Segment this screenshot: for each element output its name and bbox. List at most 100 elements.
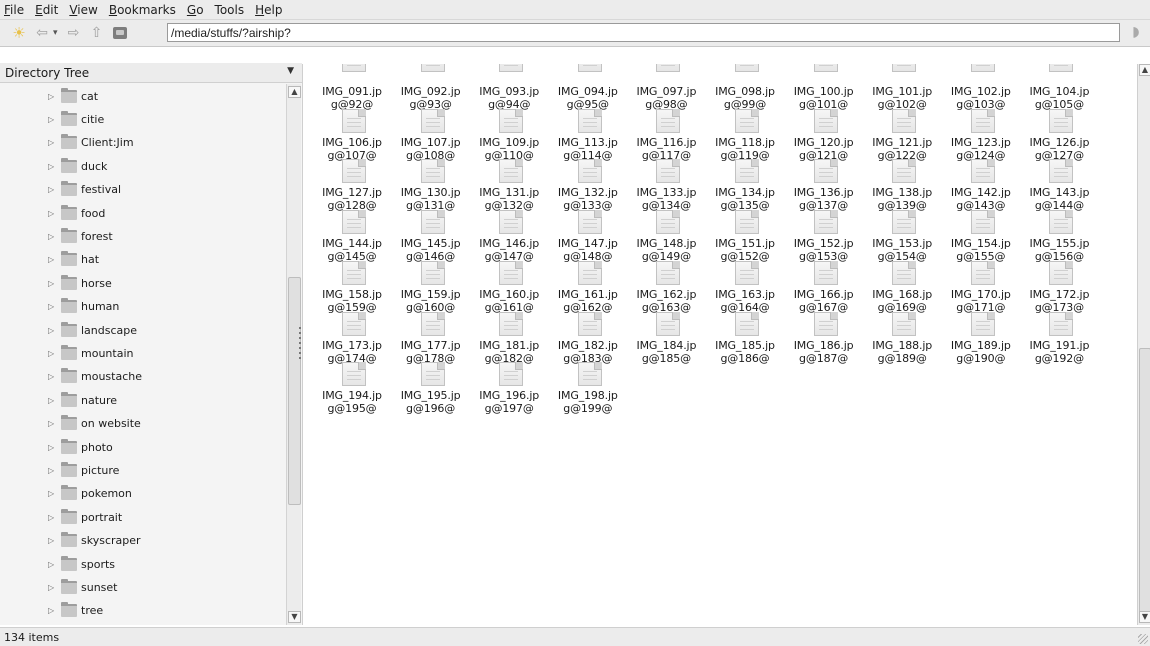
file-item[interactable]: IMG_091.jp g@92@ xyxy=(313,64,391,115)
file-item[interactable]: IMG_123.jp g@124@ xyxy=(942,108,1020,166)
file-item[interactable]: IMG_182.jp g@183@ xyxy=(549,311,627,369)
sidebar-item-landscape[interactable]: ▷ landscape xyxy=(48,321,137,339)
expand-arrow-icon[interactable]: ▷ xyxy=(48,466,58,475)
file-item[interactable]: IMG_136.jp g@137@ xyxy=(785,159,863,216)
file-item[interactable]: IMG_181.jp g@182@ xyxy=(470,311,548,369)
file-item[interactable]: IMG_109.jp g@110@ xyxy=(470,108,548,166)
file-item[interactable]: IMG_102.jp g@103@ xyxy=(942,64,1020,115)
sidebar-item-tree[interactable]: ▷ tree xyxy=(48,602,103,620)
file-item[interactable]: IMG_145.jp g@146@ xyxy=(392,210,470,267)
expand-arrow-icon[interactable]: ▷ xyxy=(48,279,58,288)
forward-button[interactable]: ⇨ xyxy=(64,23,84,43)
file-item[interactable]: IMG_138.jp g@139@ xyxy=(863,159,941,216)
expand-arrow-icon[interactable]: ▷ xyxy=(48,419,58,428)
file-item[interactable]: IMG_155.jp g@156@ xyxy=(1020,210,1098,267)
sidebar-item-photo[interactable]: ▷ photo xyxy=(48,438,113,456)
menu-bookmarks[interactable]: Bookmarks xyxy=(104,3,182,17)
back-history-dropdown[interactable]: ▾ xyxy=(53,28,58,38)
file-item[interactable]: IMG_195.jp g@196@ xyxy=(392,362,470,419)
file-item[interactable]: IMG_121.jp g@122@ xyxy=(863,108,941,166)
expand-arrow-icon[interactable]: ▷ xyxy=(48,209,58,218)
sidebar-item-horse[interactable]: ▷ horse xyxy=(48,274,112,292)
pane-splitter-handle[interactable] xyxy=(299,327,302,363)
sidebar-item-moustache[interactable]: ▷ moustache xyxy=(48,368,142,386)
sidebar-item-picture[interactable]: ▷ picture xyxy=(48,461,119,479)
sidebar-item-pokemon[interactable]: ▷ pokemon xyxy=(48,485,132,503)
file-item[interactable]: IMG_159.jp g@160@ xyxy=(392,260,470,318)
file-item[interactable]: IMG_191.jp g@192@ xyxy=(1020,311,1098,369)
scroll-down-icon[interactable]: ▼ xyxy=(288,611,301,623)
file-item[interactable]: IMG_126.jp g@127@ xyxy=(1020,108,1098,166)
file-item[interactable]: IMG_130.jp g@131@ xyxy=(392,159,470,216)
expand-arrow-icon[interactable]: ▷ xyxy=(48,232,58,241)
file-item[interactable]: IMG_158.jp g@159@ xyxy=(313,260,391,318)
file-item[interactable]: IMG_168.jp g@169@ xyxy=(863,260,941,318)
expand-arrow-icon[interactable]: ▷ xyxy=(48,185,58,194)
back-button[interactable]: ⇦ xyxy=(32,23,52,43)
file-item[interactable]: IMG_153.jp g@154@ xyxy=(863,210,941,267)
files-scrollbar[interactable]: ▲ ▼ xyxy=(1137,64,1150,625)
file-item[interactable]: IMG_127.jp g@128@ xyxy=(313,159,391,216)
file-item[interactable]: IMG_160.jp g@161@ xyxy=(470,260,548,318)
file-item[interactable]: IMG_177.jp g@178@ xyxy=(392,311,470,369)
expand-arrow-icon[interactable]: ▷ xyxy=(48,489,58,498)
sidebar-item-client-jim[interactable]: ▷ Client:Jim xyxy=(48,134,134,152)
menu-tools[interactable]: Tools xyxy=(210,3,251,17)
file-item[interactable]: IMG_189.jp g@190@ xyxy=(942,311,1020,369)
expand-arrow-icon[interactable]: ▷ xyxy=(48,115,58,124)
expand-arrow-icon[interactable]: ▷ xyxy=(48,372,58,381)
file-item[interactable]: IMG_094.jp g@95@ xyxy=(549,64,627,115)
file-item[interactable]: IMG_100.jp g@101@ xyxy=(785,64,863,115)
expand-arrow-icon[interactable]: ▷ xyxy=(48,606,58,615)
expand-arrow-icon[interactable]: ▷ xyxy=(48,560,58,569)
file-item[interactable]: IMG_147.jp g@148@ xyxy=(549,210,627,267)
up-button[interactable]: ⇧ xyxy=(87,23,107,43)
expand-arrow-icon[interactable]: ▷ xyxy=(48,583,58,592)
file-item[interactable]: IMG_133.jp g@134@ xyxy=(627,159,705,216)
menu-file[interactable]: File xyxy=(0,3,30,17)
home-drive-button[interactable] xyxy=(110,23,130,43)
sidebar-item-human[interactable]: ▷ human xyxy=(48,298,119,316)
scroll-thumb[interactable] xyxy=(288,277,301,505)
expand-arrow-icon[interactable]: ▷ xyxy=(48,513,58,522)
file-item[interactable]: IMG_198.jp g@199@ xyxy=(549,362,627,419)
file-item[interactable]: IMG_188.jp g@189@ xyxy=(863,311,941,369)
file-item[interactable]: IMG_142.jp g@143@ xyxy=(942,159,1020,216)
file-item[interactable]: IMG_106.jp g@107@ xyxy=(313,108,391,166)
file-item[interactable]: IMG_196.jp g@197@ xyxy=(470,362,548,419)
file-item[interactable]: IMG_151.jp g@152@ xyxy=(706,210,784,267)
file-item[interactable]: IMG_107.jp g@108@ xyxy=(392,108,470,166)
expand-arrow-icon[interactable]: ▷ xyxy=(48,255,58,264)
expand-arrow-icon[interactable]: ▷ xyxy=(48,302,58,311)
menu-edit[interactable]: Edit xyxy=(30,3,64,17)
file-item[interactable]: IMG_186.jp g@187@ xyxy=(785,311,863,369)
resize-grip-icon[interactable] xyxy=(1138,634,1148,644)
file-item[interactable]: IMG_173.jp g@174@ xyxy=(313,311,391,369)
sidebar-item-food[interactable]: ▷ food xyxy=(48,204,105,222)
sidebar-item-hat[interactable]: ▷ hat xyxy=(48,251,99,269)
file-item[interactable]: IMG_118.jp g@119@ xyxy=(706,108,784,166)
file-item[interactable]: IMG_194.jp g@195@ xyxy=(313,362,391,419)
expand-arrow-icon[interactable]: ▷ xyxy=(48,443,58,452)
sidebar-item-cat[interactable]: ▷ cat xyxy=(48,87,98,105)
expand-arrow-icon[interactable]: ▷ xyxy=(48,326,58,335)
file-item[interactable]: IMG_113.jp g@114@ xyxy=(549,108,627,166)
file-item[interactable]: IMG_134.jp g@135@ xyxy=(706,159,784,216)
sidebar-item-citie[interactable]: ▷ citie xyxy=(48,110,104,128)
clear-icon[interactable]: ◗ xyxy=(1128,24,1144,40)
menu-go[interactable]: Go xyxy=(182,3,210,17)
file-item[interactable]: IMG_161.jp g@162@ xyxy=(549,260,627,318)
expand-arrow-icon[interactable]: ▷ xyxy=(48,396,58,405)
menu-help[interactable]: Help xyxy=(250,3,288,17)
sidebar-item-forest[interactable]: ▷ forest xyxy=(48,227,113,245)
file-item[interactable]: IMG_098.jp g@99@ xyxy=(706,64,784,115)
expand-arrow-icon[interactable]: ▷ xyxy=(48,92,58,101)
file-item[interactable]: IMG_104.jp g@105@ xyxy=(1020,64,1098,115)
sidebar-item-duck[interactable]: ▷ duck xyxy=(48,157,107,175)
expand-arrow-icon[interactable]: ▷ xyxy=(48,162,58,171)
file-item[interactable]: IMG_146.jp g@147@ xyxy=(470,210,548,267)
file-item[interactable]: IMG_170.jp g@171@ xyxy=(942,260,1020,318)
sidebar-item-sunset[interactable]: ▷ sunset xyxy=(48,578,118,596)
file-item[interactable]: IMG_144.jp g@145@ xyxy=(313,210,391,267)
file-item[interactable]: IMG_143.jp g@144@ xyxy=(1020,159,1098,216)
